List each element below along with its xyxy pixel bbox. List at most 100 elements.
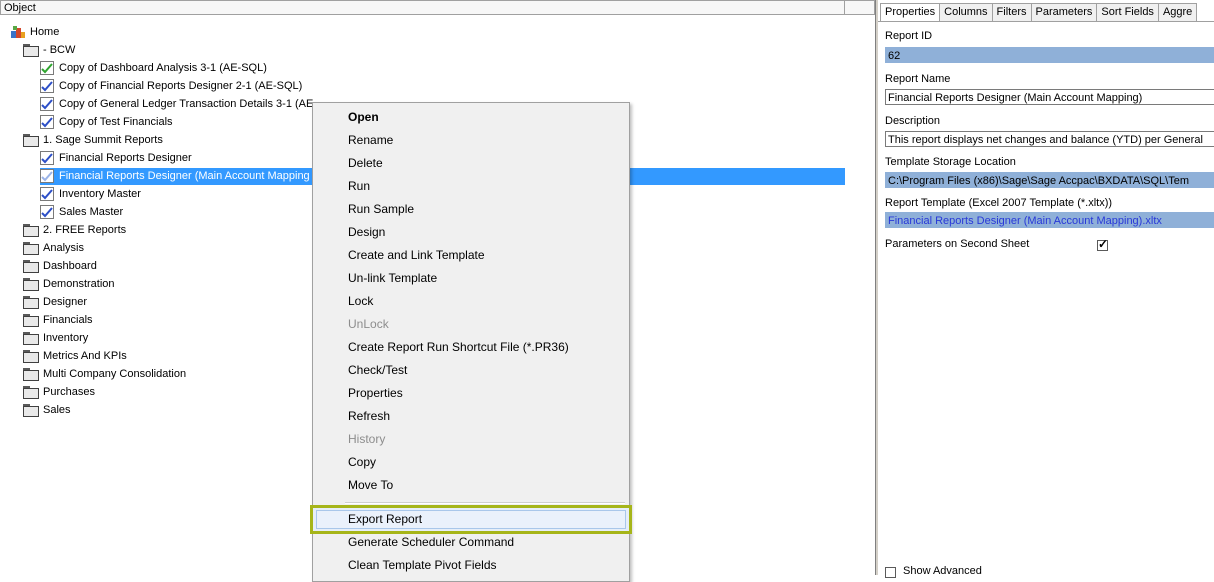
menu-item-label: Lock [348, 294, 374, 308]
menu-item-label: Create and Link Template [348, 248, 485, 262]
folder-icon [23, 134, 39, 147]
tree-folder-inventory[interactable]: Inventory [23, 330, 90, 347]
tree-report-item[interactable]: Inventory Master [40, 186, 143, 203]
show-advanced-checkbox[interactable] [885, 567, 896, 578]
tree-item-label: 1. Sage Summit Reports [43, 134, 163, 146]
tree-folder-purchases[interactable]: Purchases [23, 384, 97, 401]
tree-item-label: Demonstration [43, 278, 115, 290]
menu-item-label: Generate Scheduler Command [348, 535, 515, 549]
menu-item-properties[interactable]: Properties [313, 382, 629, 405]
tree-folder-multi-company-consolidation[interactable]: Multi Company Consolidation [23, 366, 188, 383]
params-second-sheet-label: Parameters on Second Sheet [885, 238, 1030, 250]
menu-item-refresh[interactable]: Refresh [313, 405, 629, 428]
params-second-sheet-checkbox[interactable] [1097, 237, 1108, 251]
tab-aggregates[interactable]: Aggre [1157, 3, 1198, 21]
menu-item-design[interactable]: Design [313, 221, 629, 244]
menu-item-run-sample[interactable]: Run Sample [313, 198, 629, 221]
menu-item-open[interactable]: Open [313, 106, 629, 129]
tree-folder-sage-summit-reports[interactable]: 1. Sage Summit Reports [23, 132, 165, 149]
tree-item-label: Inventory [43, 332, 89, 344]
menu-item-generate-scheduler-command[interactable]: Generate Scheduler Command [313, 531, 629, 554]
tree-folder-free-reports[interactable]: 2. FREE Reports [23, 222, 128, 239]
menu-item-history[interactable]: History [313, 428, 629, 451]
menu-item-create-link-template[interactable]: Create and Link Template [313, 244, 629, 267]
report-blue-icon [40, 169, 54, 183]
tree-folder-designer[interactable]: Designer [23, 294, 89, 311]
tree-folder-financials[interactable]: Financials [23, 312, 95, 329]
tree-report-item[interactable]: Copy of Test Financials [40, 114, 175, 131]
menu-item-unlink-template[interactable]: Un-link Template [313, 267, 629, 290]
tree-folder-demonstration[interactable]: Demonstration [23, 276, 117, 293]
tabs-baseline [878, 21, 1214, 22]
tree-report-item[interactable]: Sales Master [40, 204, 125, 221]
tree-column-header-filler [845, 0, 875, 15]
menu-item-label: UnLock [348, 317, 389, 331]
menu-item-create-shortcut[interactable]: Create Report Run Shortcut File (*.PR36) [313, 336, 629, 359]
tree-item-label: Inventory Master [59, 188, 141, 200]
menu-item-delete[interactable]: Delete [313, 152, 629, 175]
tree-report-item[interactable]: Copy of Financial Reports Designer 2-1 (… [40, 78, 304, 95]
tree-report-item[interactable]: Financial Reports Designer [40, 150, 194, 167]
report-template-link[interactable]: Financial Reports Designer (Main Account… [885, 212, 1214, 228]
menu-item-label: Move To [348, 478, 394, 492]
menu-item-label: Design [348, 225, 386, 239]
tab-filters[interactable]: Filters [991, 3, 1032, 21]
tree-folder-dashboard[interactable]: Dashboard [23, 258, 99, 275]
menu-item-export-report[interactable]: Export Report [310, 505, 632, 534]
folder-icon [23, 296, 39, 309]
menu-item-clean-template-pivot-fields[interactable]: Clean Template Pivot Fields [313, 554, 629, 577]
folder-icon [23, 404, 39, 417]
report-template-label: Report Template (Excel 2007 Template (*.… [885, 197, 1113, 209]
menu-item-run[interactable]: Run [313, 175, 629, 198]
menu-item-label: Export Report [348, 512, 423, 526]
menu-item-label: Clean Template Pivot Fields [348, 558, 497, 572]
report-id-field[interactable]: 62 [885, 47, 1214, 63]
menu-item-label: Properties [348, 386, 403, 400]
tree-item-label: Copy of Financial Reports Designer 2-1 (… [59, 80, 303, 92]
tab-sort-fields[interactable]: Sort Fields [1096, 3, 1159, 21]
tree-item-label: Multi Company Consolidation [43, 368, 187, 380]
tree-folder-metrics-and-kpis[interactable]: Metrics And KPIs [23, 348, 129, 365]
folder-icon [23, 386, 39, 399]
folder-icon [23, 332, 39, 345]
menu-item-check-test[interactable]: Check/Test [313, 359, 629, 382]
menu-item-unlock[interactable]: UnLock [313, 313, 629, 336]
menu-item-label: History [348, 432, 386, 446]
report-blue-icon [40, 97, 54, 111]
home-icon [11, 26, 25, 38]
tree-item-label: 2. FREE Reports [43, 224, 127, 236]
tree-item-label: Purchases [43, 386, 95, 398]
tree-folder-bcw[interactable]: - BCW [23, 42, 77, 59]
menu-item-lock[interactable]: Lock [313, 290, 629, 313]
tree-item-label: Designer [43, 296, 88, 308]
folder-icon [23, 260, 39, 273]
tree-item-label: Copy of Test Financials [59, 116, 173, 128]
tab-properties[interactable]: Properties [880, 3, 941, 21]
menu-item-label: Create Report Run Shortcut File (*.PR36) [348, 340, 569, 354]
tree-item-label: Copy of General Ledger Transaction Detai… [59, 98, 314, 110]
tree-folder-sales[interactable]: Sales [23, 402, 73, 419]
menu-separator [345, 502, 625, 504]
folder-icon [23, 350, 39, 363]
tab-parameters[interactable]: Parameters [1030, 3, 1098, 21]
tree-column-header-label: Object [4, 2, 36, 14]
tree-item-label: Analysis [43, 242, 84, 254]
menu-item-label: Un-link Template [348, 271, 438, 285]
template-location-label: Template Storage Location [885, 156, 1016, 168]
menu-item-rename[interactable]: Rename [313, 129, 629, 152]
menu-item-copy[interactable]: Copy [313, 451, 629, 474]
tree-report-item[interactable]: Copy of Dashboard Analysis 3-1 (AE-SQL) [40, 60, 269, 77]
tab-columns[interactable]: Columns [939, 3, 993, 21]
tree-item-label: Financials [43, 314, 93, 326]
folder-icon [23, 242, 39, 255]
description-field[interactable]: This report displays net changes and bal… [885, 131, 1214, 147]
menu-item-label: Open [348, 110, 379, 124]
tree-item-home[interactable]: Home [10, 24, 61, 41]
tree-column-header[interactable]: Object [0, 0, 845, 15]
tree-folder-analysis[interactable]: Analysis [23, 240, 86, 257]
folder-icon [23, 368, 39, 381]
template-location-field[interactable]: C:\Program Files (x86)\Sage\Sage Accpac\… [885, 172, 1214, 188]
report-name-field[interactable]: Financial Reports Designer (Main Account… [885, 89, 1214, 105]
tree-report-item[interactable]: Copy of General Ledger Transaction Detai… [40, 96, 315, 113]
menu-item-move-to[interactable]: Move To [313, 474, 629, 497]
